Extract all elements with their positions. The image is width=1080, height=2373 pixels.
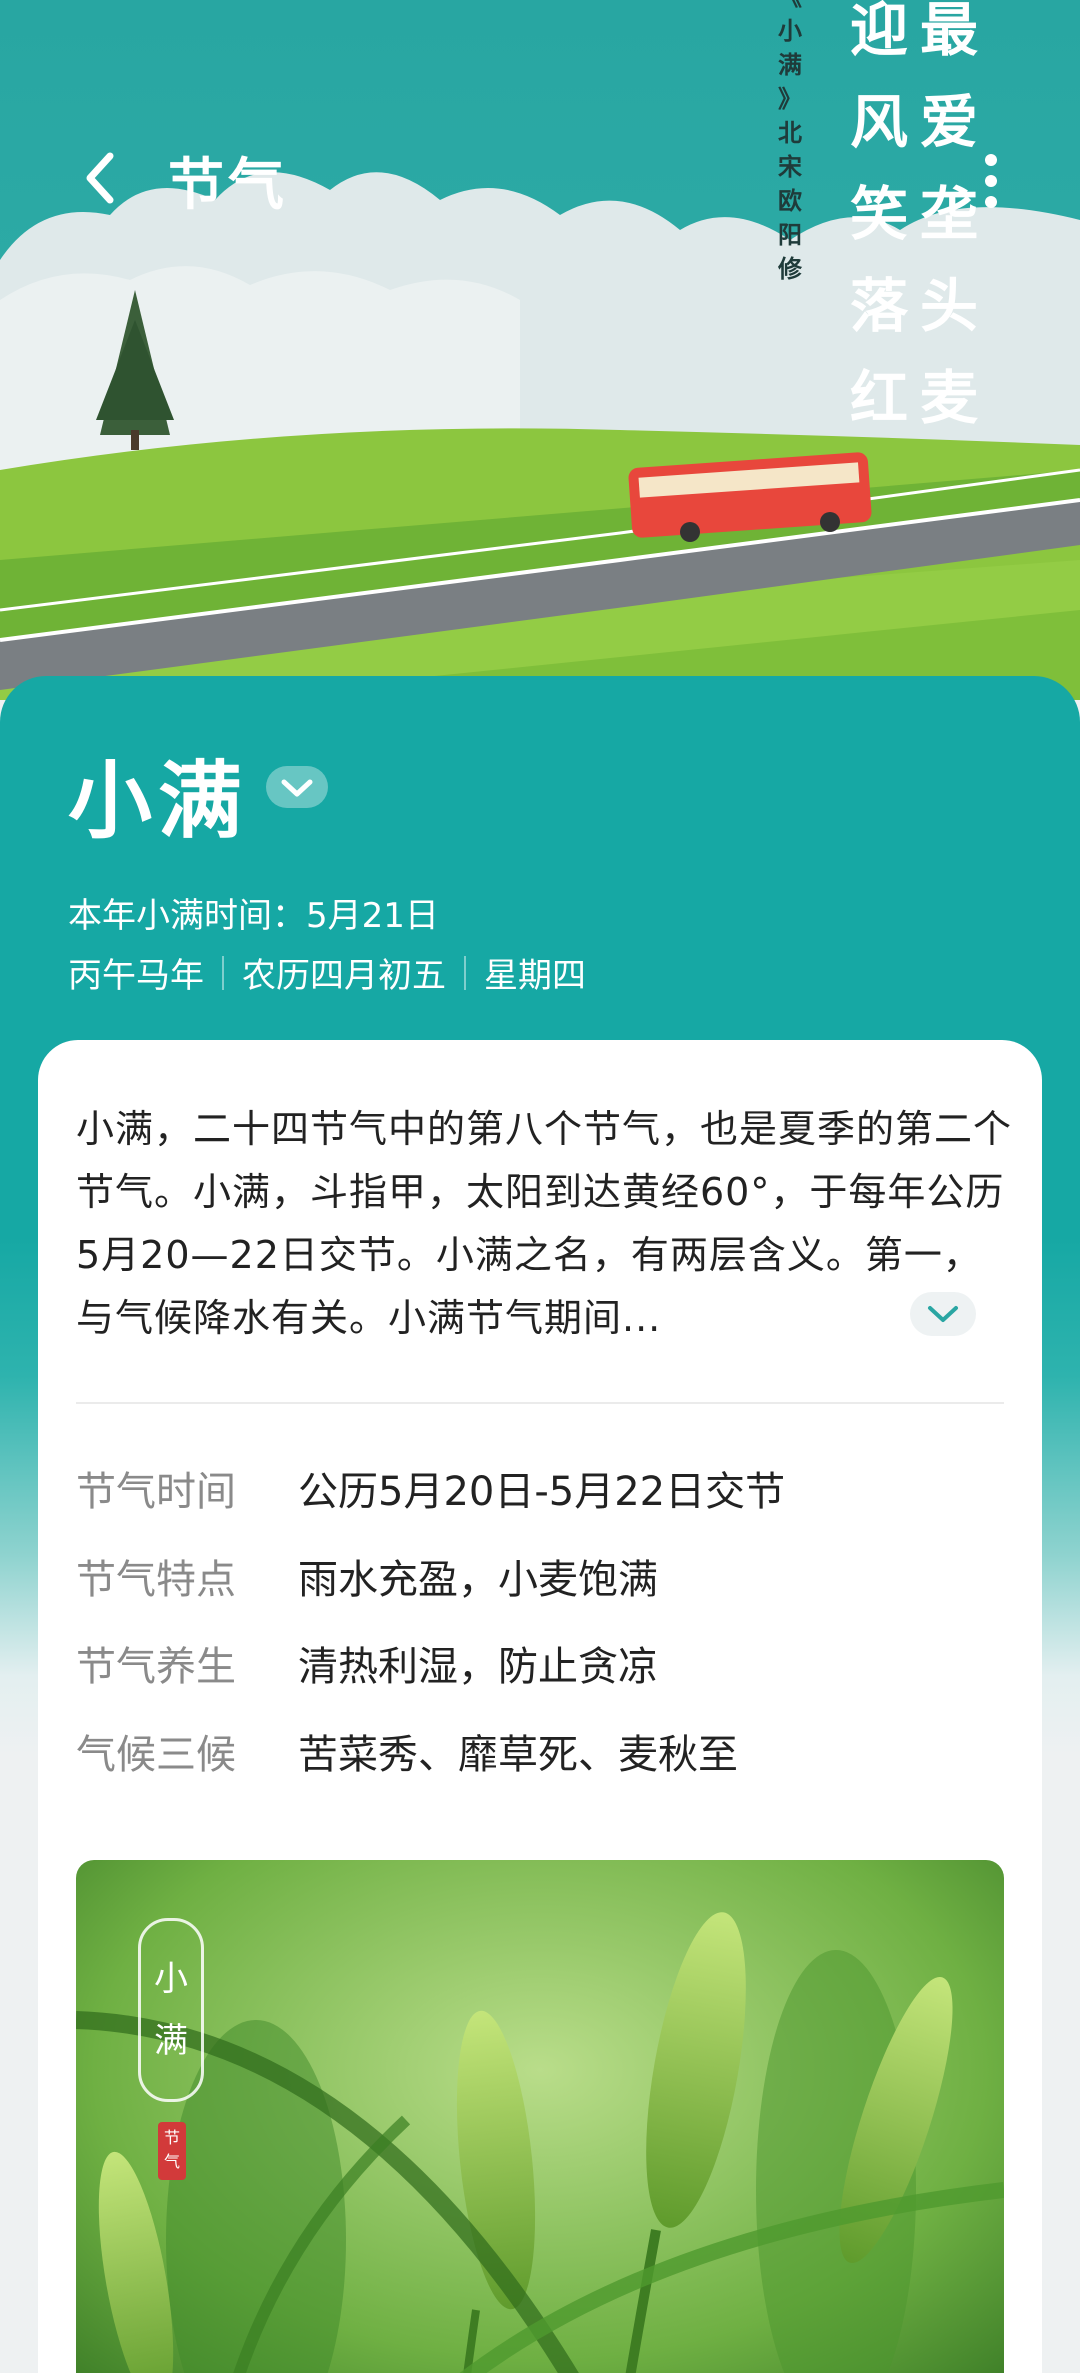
info-label: 节气养生	[76, 1644, 236, 1690]
poem-char: 满	[778, 50, 802, 79]
page-title: 节气	[168, 153, 288, 218]
detail-card: 小满，二十四节气中的第八个节气，也是夏季的第二个节气。小满，斗指甲，太阳到达黄经…	[38, 1040, 1042, 2373]
divider	[76, 1402, 1004, 1404]
chevron-down-icon	[281, 779, 313, 797]
this-year-date: 本年小满时间：5月21日	[68, 896, 439, 936]
info-value: 清热利湿，防止贪凉	[298, 1644, 658, 1690]
poem-char: 》	[778, 84, 802, 113]
term-switch-button[interactable]	[266, 766, 328, 808]
info-value: 苦菜秀、靡草死、麦秋至	[298, 1732, 738, 1778]
divider	[222, 955, 224, 990]
poem-char: 落	[850, 272, 909, 340]
info-value: 雨水充盈，小麦饱满	[298, 1557, 658, 1603]
info-row-phenology: 气候三候 苦菜秀、靡草死、麦秋至	[76, 1725, 738, 1785]
info-row-health: 节气养生 清热利湿，防止贪凉	[76, 1637, 658, 1697]
lunar-date: 农历四月初五	[242, 956, 446, 996]
scroll-char: 小	[154, 1959, 188, 1999]
poem-char: 头	[920, 272, 979, 340]
weekday: 星期四	[484, 956, 586, 996]
wheat-illustration	[76, 1860, 1004, 2373]
scroll-title: 小 满	[151, 1948, 191, 2072]
term-name: 小满	[68, 752, 249, 850]
info-row-feature: 节气特点 雨水充盈，小麦饱满	[76, 1550, 658, 1610]
info-label: 气候三候	[76, 1732, 236, 1778]
divider	[464, 955, 466, 990]
poem-char: 小	[778, 16, 802, 45]
calendar-info: 丙午马年 农历四月初五 星期四	[68, 948, 586, 997]
info-label: 节气特点	[76, 1557, 236, 1603]
more-vertical-icon	[985, 154, 997, 208]
expand-intro-button[interactable]	[910, 1292, 976, 1336]
poem-char: 红	[850, 364, 909, 432]
wheat-photo[interactable]: 小 满 节气	[76, 1860, 1004, 2373]
scroll-char: 满	[154, 2021, 188, 2061]
back-button[interactable]	[72, 146, 132, 210]
poem-char: 迎	[850, 0, 909, 64]
intro-text: 小满，二十四节气中的第八个节气，也是夏季的第二个节气。小满，斗指甲，太阳到达黄经…	[76, 1107, 1013, 1340]
ganzhi-year: 丙午马年	[68, 956, 204, 996]
seal-stamp: 节气	[158, 2122, 186, 2180]
more-options-button[interactable]	[966, 146, 1016, 216]
top-app-bar: 节气	[0, 120, 1080, 240]
poem-char: 《	[778, 0, 802, 14]
poem-char: 麦	[920, 364, 979, 432]
poem-char: 最	[920, 0, 979, 64]
info-value: 公历5月20日-5月22日交节	[298, 1469, 786, 1515]
info-label: 节气时间	[76, 1469, 236, 1515]
hero-illustration	[0, 0, 1080, 700]
info-row-time: 节气时间 公历5月20日-5月22日交节	[76, 1462, 785, 1522]
poem-char: 修	[778, 254, 802, 283]
hero-banner: 最 爱 垄 头 麦 迎 风 笑 落 红 《 小 满 》 北 宋 欧 阳 修 节气	[0, 0, 1080, 700]
chevron-left-icon	[86, 152, 114, 204]
chevron-down-icon	[928, 1306, 958, 1322]
